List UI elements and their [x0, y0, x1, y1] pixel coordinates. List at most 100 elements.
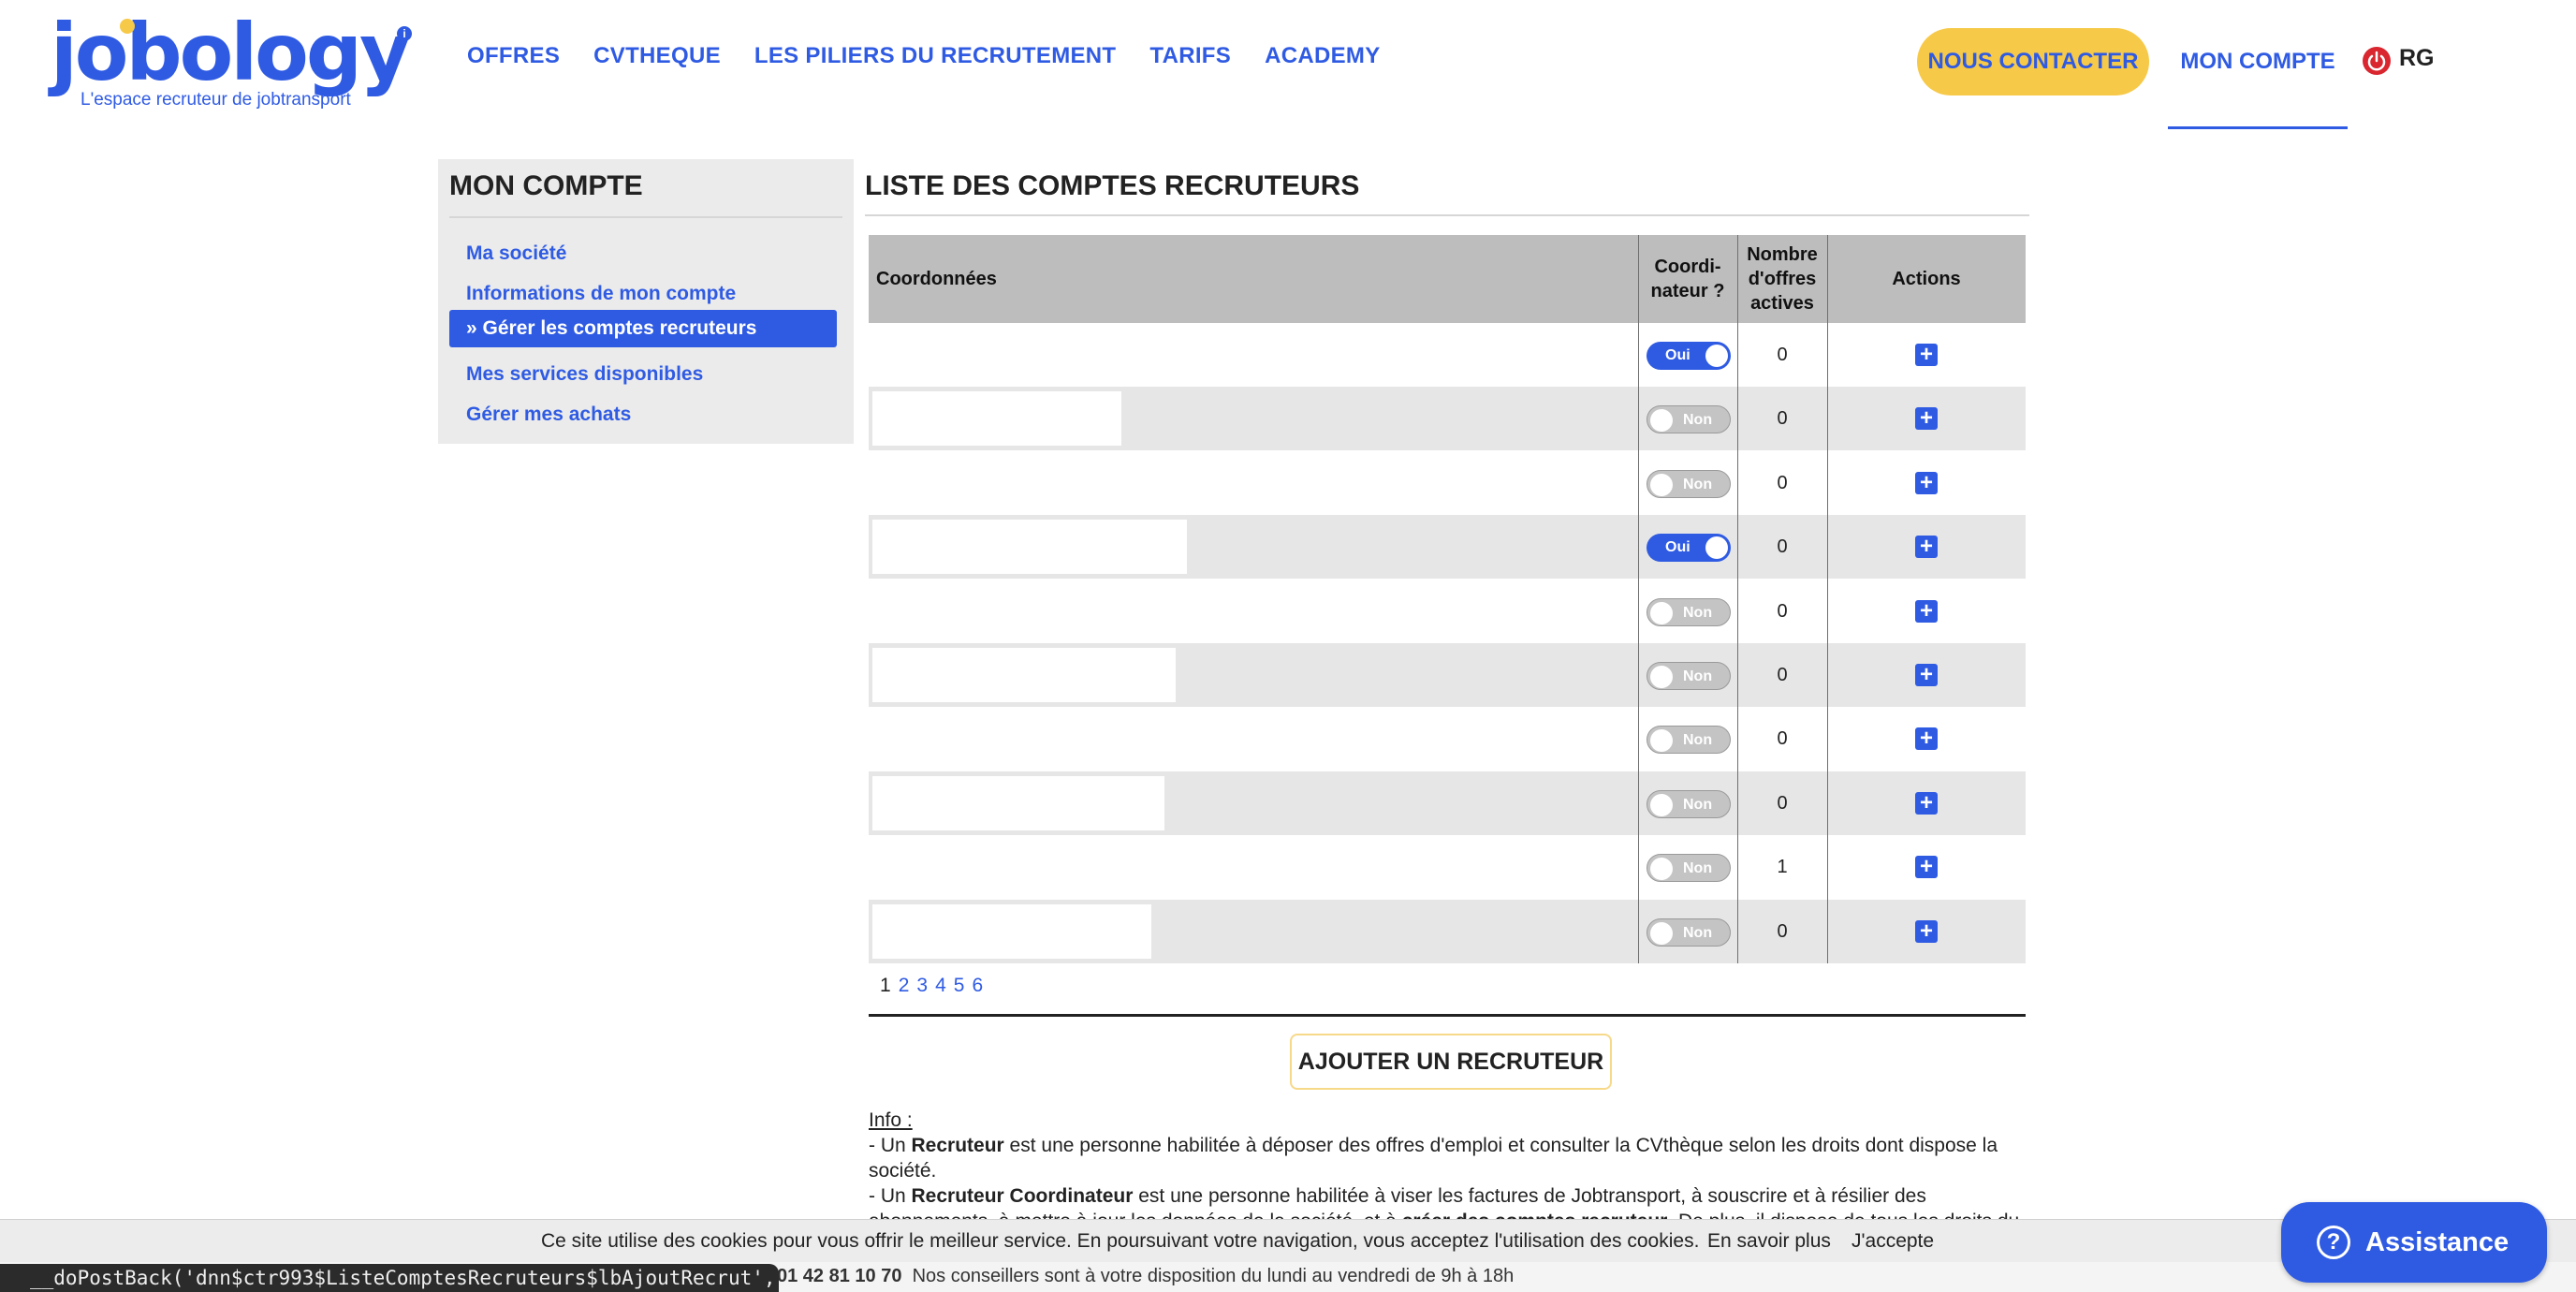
- coordinateur-toggle[interactable]: Non: [1647, 789, 1731, 818]
- table-row: Non 0 +: [869, 707, 2026, 771]
- table-row: Non 0 +: [869, 899, 2026, 963]
- offres-count: 0: [1777, 792, 1788, 814]
- nav-piliers[interactable]: LES PILIERS DU RECRUTEMENT: [754, 43, 1117, 69]
- plus-square-icon[interactable]: +: [1915, 471, 1938, 494]
- coordinateur-toggle[interactable]: Oui: [1647, 534, 1731, 563]
- table-row: Non 0 +: [869, 580, 2026, 643]
- main-nav: OFFRES CVTHEQUE LES PILIERS DU RECRUTEME…: [467, 43, 1381, 69]
- nav-academy[interactable]: ACADEMY: [1265, 43, 1380, 69]
- toggle-knob: [1650, 409, 1673, 433]
- offres-count: 0: [1777, 920, 1788, 942]
- power-icon[interactable]: [2363, 47, 2391, 75]
- info-line-recruteur: - Un Recruteur est une personne habilité…: [869, 1133, 2026, 1183]
- coordinateur-toggle[interactable]: Non: [1647, 597, 1731, 626]
- sidebar-item-services[interactable]: Mes services disponibles: [449, 356, 837, 393]
- page-current: 1: [880, 975, 891, 996]
- info-title: Info :: [869, 1109, 913, 1131]
- info-block: Info : - Un Recruteur est une personne h…: [869, 1108, 2026, 1234]
- nav-cvtheque[interactable]: CVTHEQUE: [593, 43, 721, 69]
- contact-button[interactable]: NOUS CONTACTER: [1917, 28, 2149, 95]
- offres-count: 0: [1777, 600, 1788, 622]
- table-header: Coordonnées Coordi- nateur ? Nombre d'of…: [869, 235, 2026, 323]
- plus-square-icon[interactable]: +: [1915, 536, 1938, 559]
- page-link-5[interactable]: 5: [954, 975, 965, 997]
- coordinateur-toggle[interactable]: Non: [1647, 854, 1731, 883]
- sidebar-item-achats[interactable]: Gérer mes achats: [449, 396, 837, 433]
- page-link-6[interactable]: 6: [972, 975, 983, 997]
- info-text: - Un: [869, 1185, 912, 1207]
- coordonnees-cell: [872, 520, 1187, 575]
- table-divider: [1737, 235, 1738, 963]
- plus-square-icon[interactable]: +: [1915, 919, 1938, 943]
- coordonnees-cell: [872, 648, 1176, 702]
- plus-square-icon[interactable]: +: [1915, 407, 1938, 431]
- toggle-knob: [1650, 793, 1673, 816]
- col-coordinateur: Coordi- nateur ?: [1638, 235, 1737, 323]
- toggle-label: Non: [1683, 860, 1713, 877]
- offres-count: 0: [1777, 408, 1788, 430]
- status-bar-url: __doPostBack('dnn$ctr993$ListeComptesRec…: [0, 1264, 779, 1292]
- sidebar-item-ma-societe[interactable]: Ma société: [449, 235, 837, 272]
- coordinateur-toggle[interactable]: Oui: [1647, 342, 1731, 370]
- toggle-label: Non: [1683, 476, 1713, 492]
- coordinateur-toggle[interactable]: Non: [1647, 918, 1731, 947]
- col-nb-offres-label: Nombre d'offres actives: [1747, 244, 1818, 314]
- toggle-label: Oui: [1665, 539, 1690, 556]
- footer-phone[interactable]: 01 42 81 10 70: [777, 1266, 901, 1286]
- coordinateur-toggle[interactable]: Non: [1647, 726, 1731, 755]
- cookie-accept-link[interactable]: J'accepte: [1852, 1220, 1934, 1263]
- plus-square-icon[interactable]: +: [1915, 599, 1938, 623]
- cookie-text: Ce site utilise des cookies pour vous of…: [541, 1230, 1700, 1252]
- table-row: Oui 0 +: [869, 515, 2026, 580]
- sidebar-item-gerer-comptes[interactable]: » Gérer les comptes recruteurs: [449, 310, 837, 347]
- nav-mon-compte[interactable]: MON COMPTE: [2168, 28, 2348, 129]
- offres-count: 0: [1777, 536, 1788, 558]
- toggle-knob: [1650, 858, 1673, 881]
- table-divider: [1638, 235, 1639, 963]
- page-title: LISTE DES COMPTES RECRUTEURS: [865, 170, 1360, 201]
- table-row: Non 0 +: [869, 643, 2026, 707]
- page-link-2[interactable]: 2: [899, 975, 910, 997]
- table-bottom-rule: [869, 1014, 2026, 1017]
- plus-square-icon[interactable]: +: [1915, 727, 1938, 751]
- coordinateur-toggle[interactable]: Non: [1647, 662, 1731, 690]
- toggle-label: Non: [1683, 732, 1713, 749]
- plus-square-icon[interactable]: +: [1915, 664, 1938, 686]
- toggle-label: Non: [1683, 412, 1713, 429]
- question-circle-icon: ?: [2317, 1226, 2350, 1259]
- coordinateur-toggle[interactable]: Non: [1647, 469, 1731, 498]
- plus-square-icon[interactable]: +: [1915, 344, 1938, 366]
- page-link-4[interactable]: 4: [935, 975, 946, 997]
- info-term: Recruteur Coordinateur: [911, 1185, 1134, 1207]
- coordonnees-cell: [872, 775, 1164, 830]
- logo-wordmark: jobology: [51, 7, 411, 98]
- table-row: Non 0 +: [869, 451, 2026, 515]
- add-recruiter-button[interactable]: AJOUTER UN RECRUTEUR: [1290, 1034, 1612, 1090]
- col-nb-offres: Nombre d'offres actives: [1737, 235, 1827, 323]
- toggle-knob: [1650, 601, 1673, 624]
- cookie-more-link[interactable]: En savoir plus: [1707, 1220, 1831, 1263]
- table-row: Non 0 +: [869, 387, 2026, 451]
- jobology-logo[interactable]: jobology i L'espace recruteur de jobtran…: [51, 7, 416, 116]
- plus-square-icon[interactable]: +: [1915, 791, 1938, 815]
- page-link-3[interactable]: 3: [916, 975, 928, 997]
- cookie-banner: Ce site utilise des cookies pour vous of…: [0, 1219, 2576, 1262]
- user-initials[interactable]: RG: [2399, 45, 2435, 72]
- coordonnees-cell: [872, 903, 1151, 959]
- account-sidebar: MON COMPTE Ma société Informations de mo…: [438, 159, 854, 444]
- footer-contact: 01 42 81 10 70 Nos conseillers sont à vo…: [777, 1266, 1514, 1287]
- toggle-knob: [1705, 345, 1728, 367]
- nav-offres[interactable]: OFFRES: [467, 43, 560, 69]
- assistance-button[interactable]: ? Assistance: [2281, 1202, 2547, 1283]
- toggle-knob: [1650, 921, 1673, 945]
- table-row: Oui 0 +: [869, 323, 2026, 387]
- coordinateur-toggle[interactable]: Non: [1647, 405, 1731, 434]
- sidebar-divider: [449, 216, 842, 218]
- toggle-label: Non: [1683, 796, 1713, 813]
- sidebar-title: MON COMPTE: [449, 170, 643, 201]
- nav-tarifs[interactable]: TARIFS: [1149, 43, 1231, 69]
- sidebar-item-informations[interactable]: Informations de mon compte: [449, 275, 837, 313]
- assistance-label: Assistance: [2365, 1227, 2510, 1257]
- toggle-knob: [1650, 729, 1673, 753]
- plus-square-icon[interactable]: +: [1915, 856, 1938, 879]
